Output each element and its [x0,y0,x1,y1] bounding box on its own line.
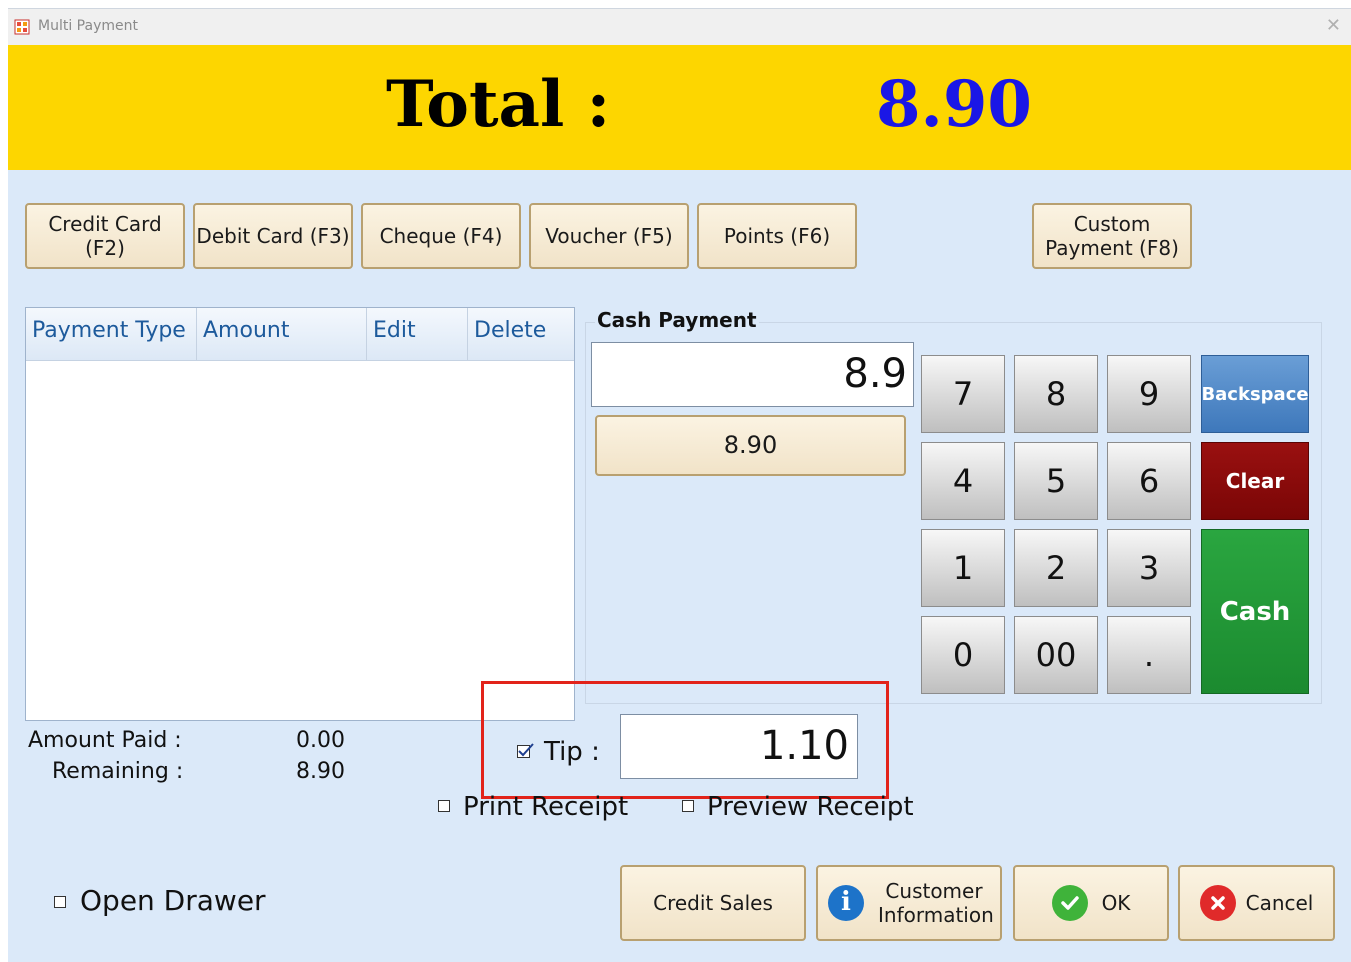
credit-sales-button[interactable]: Credit Sales [620,865,806,941]
points-button[interactable]: Points (F6) [697,203,857,269]
key-7[interactable]: 7 [921,355,1005,433]
cash-amount-input[interactable]: 8.9 [591,342,914,407]
cash-payment-title: Cash Payment [595,308,759,332]
column-payment-type[interactable]: Payment Type [26,308,197,360]
preview-receipt-checkbox[interactable] [682,800,694,812]
tip-input[interactable]: 1.10 [620,714,858,779]
multi-payment-window: Total : 8.90 Credit Card (F2) Debit Card… [8,45,1351,962]
total-bar: Total : 8.90 [8,45,1351,170]
checkmark-icon [1051,885,1088,921]
open-drawer-label: Open Drawer [80,884,266,917]
backspace-button[interactable]: Backspace [1201,355,1309,433]
key-8[interactable]: 8 [1014,355,1098,433]
key-00[interactable]: 00 [1014,616,1098,694]
credit-card-button[interactable]: Credit Card (F2) [25,203,185,269]
cash-button[interactable]: Cash [1201,529,1309,694]
key-1[interactable]: 1 [921,529,1005,607]
quick-amount-button[interactable]: 8.90 [595,415,906,476]
close-icon[interactable]: ✕ [1326,15,1341,36]
ok-label: OK [1101,891,1131,915]
window-titlebar: Multi Payment ✕ [8,8,1351,45]
customer-information-label: Customer Information [878,879,994,927]
amount-paid-value: 0.00 [296,728,345,753]
clear-button[interactable]: Clear [1201,442,1309,520]
key-9[interactable]: 9 [1107,355,1191,433]
custom-payment-button[interactable]: Custom Payment (F8) [1032,203,1192,269]
key-decimal[interactable]: . [1107,616,1191,694]
ok-button[interactable]: OK [1013,865,1169,941]
amount-paid-label: Amount Paid : [28,728,182,753]
tip-checkbox[interactable] [517,743,535,759]
key-0[interactable]: 0 [921,616,1005,694]
pos-app-icon [14,19,30,35]
customer-information-button[interactable]: i Customer Information [816,865,1002,941]
window-title: Multi Payment [38,18,138,34]
cancel-button[interactable]: Cancel [1178,865,1335,941]
payment-grid[interactable]: Payment Type Amount Edit Delete [25,307,575,721]
remaining-value: 8.90 [296,759,345,784]
remaining-label: Remaining : [52,759,184,784]
open-drawer-checkbox[interactable] [54,896,66,908]
key-3[interactable]: 3 [1107,529,1191,607]
total-value: 8.90 [876,67,1032,142]
grid-header: Payment Type Amount Edit Delete [26,308,574,361]
tip-label: Tip : [544,737,600,767]
key-5[interactable]: 5 [1014,442,1098,520]
print-receipt-label: Print Receipt [463,792,629,822]
column-amount[interactable]: Amount [197,308,367,360]
key-2[interactable]: 2 [1014,529,1098,607]
preview-receipt-label: Preview Receipt [707,792,914,822]
key-6[interactable]: 6 [1107,442,1191,520]
credit-sales-label: Credit Sales [653,891,773,915]
cheque-button[interactable]: Cheque (F4) [361,203,521,269]
debit-card-button[interactable]: Debit Card (F3) [193,203,353,269]
cancel-label: Cancel [1245,891,1314,915]
column-delete[interactable]: Delete [468,308,574,360]
info-icon: i [828,885,864,921]
total-label: Total : [386,67,611,142]
column-edit[interactable]: Edit [367,308,468,360]
key-4[interactable]: 4 [921,442,1005,520]
x-circle-icon [1199,885,1236,921]
voucher-button[interactable]: Voucher (F5) [529,203,689,269]
print-receipt-checkbox[interactable] [438,800,450,812]
